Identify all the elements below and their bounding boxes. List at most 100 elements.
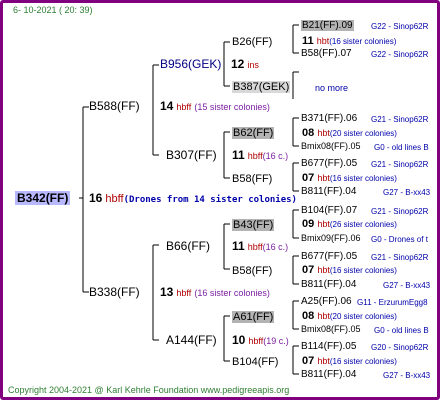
gen2-b66-mating: 11 hbff(16 c.) [232, 240, 288, 254]
gen4-entry-3-origin: G21 - Sinop62R [371, 115, 429, 124]
gen4-entry-3-name[interactable]: B371(FF).06 [301, 112, 357, 125]
gen4-entry-1: B21(FF).09 [301, 19, 354, 32]
root-hbff: hbff [105, 193, 124, 205]
gen4-entry-7-name[interactable]: B104(FF).07 [301, 204, 357, 217]
gen3-b104-sisters: (16 sister colonies) [329, 357, 397, 366]
root-queen-name[interactable]: B342(FF) [15, 191, 71, 205]
gen2-b307-sisters: (16 c.) [262, 151, 289, 161]
root-queen: B342(FF) [15, 191, 71, 206]
gen1-b338-hbff: hbff [176, 288, 192, 298]
gen4-entry-1-origin: G22 - Sinop62R [371, 22, 429, 31]
gen3-b58-b-sisters: (16 sister colonies) [329, 266, 397, 275]
gen4-entry-10-name[interactable]: B811(FF).04 [301, 278, 356, 291]
gen2-a144-hbff: hbff [248, 336, 264, 346]
gen3-b43-sisters: (26 sister colonies) [329, 220, 397, 229]
gen4-entry-4-origin: G0 - old lines B [374, 143, 429, 152]
gen3-b58-a-sisters: (16 sister colonies) [329, 174, 397, 183]
gen3-b62: B62(FF) [232, 127, 275, 140]
gen3-b58-b-count: 07 [302, 264, 315, 276]
gen3-b387-note: no more [315, 83, 349, 93]
gen3-b26-hbt: hbt [316, 36, 330, 46]
gen3-b62-hbt: hbt [317, 128, 330, 138]
gen2-b66[interactable]: B66(FF) [166, 240, 210, 253]
gen2-a144-mating: 10 hbff(19 c.) [232, 334, 289, 348]
gen1-b588-mating: 14 hbff (15 sister colonies) [160, 100, 270, 114]
gen4-entry-13-name[interactable]: B114(FF).05 [301, 340, 356, 353]
gen2-b307[interactable]: B307(FF) [166, 149, 217, 162]
gen2-a144-sisters: (19 c.) [263, 336, 289, 346]
gen4-entry-9-name[interactable]: B677(FF).05 [301, 250, 357, 263]
gen4-entry-1-name[interactable]: B21(FF).09 [301, 20, 354, 31]
root-mating: 16 hbff(Drones from 14 sister colonies) [89, 192, 297, 207]
gen4-entry-11-name[interactable]: A25(FF).06 [301, 295, 352, 308]
gen3-b26-count: 11 [302, 35, 314, 47]
root-count: 16 [89, 191, 103, 205]
gen4-entry-6-name[interactable]: B811(FF).04 [301, 185, 356, 198]
gen1-b338[interactable]: B338(FF) [89, 286, 140, 299]
gen1-b588-hbff: hbff [176, 102, 192, 112]
gen3-b43: B43(FF) [232, 219, 275, 232]
gen3-a61-count: 08 [302, 310, 315, 322]
gen4-entry-10-origin: G27 - B-xx43 [383, 281, 431, 290]
gen2-b956-mating: 12 ins [231, 58, 259, 72]
gen3-b104-mating: 07 hbt(16 sister colonies) [302, 355, 397, 368]
gen2-a144-count: 10 [232, 333, 246, 347]
gen4-entry-14-name[interactable]: B811(FF).04 [301, 368, 356, 381]
gen3-b104-hbt: hbt [317, 356, 330, 366]
gen4-entry-12-origin: G0 - old lines B [374, 326, 429, 335]
gen4-entry-5-name[interactable]: B677(FF).05 [301, 157, 357, 170]
copyright-footer: Copyright 2004-2021 @ Karl Kehrle Founda… [8, 385, 290, 395]
gen1-b588-sisters: (15 sister colonies) [194, 102, 270, 112]
gen4-entry-2-origin: G22 - Sinop62R [371, 50, 429, 59]
gen4-entry-13-origin: G20 - Sinop62R [371, 343, 429, 352]
gen2-b956-note: ins [247, 60, 259, 70]
gen4-entry-7-origin: G21 - Sinop62R [371, 207, 429, 216]
gen3-b58-a-mating: 07 hbt(16 sister colonies) [302, 172, 397, 185]
gen3-b62-count: 08 [302, 127, 315, 139]
gen4-entry-14-origin: G27 - B-xx43 [383, 371, 431, 380]
gen3-b26-sisters: (16 sister colonies) [329, 37, 397, 46]
gen2-b956[interactable]: B956(GEK) [160, 58, 221, 71]
gen3-b104-count: 07 [302, 355, 315, 367]
report-date: 6- 10-2021 ( 20: 39) [13, 5, 93, 15]
gen3-b62-mating: 08 hbt(20 sister colonies) [302, 127, 397, 140]
gen3-a61-sisters: (20 sister colonies) [329, 312, 397, 321]
gen3-b58-b[interactable]: B58(FF) [232, 265, 272, 278]
gen4-entry-2-name[interactable]: B58(FF).07 [301, 47, 352, 60]
gen3-b26[interactable]: B26(FF) [232, 36, 272, 49]
gen1-b338-sisters: (16 sister colonies) [194, 288, 270, 298]
gen3-b104[interactable]: B104(FF) [232, 356, 278, 369]
gen1-b588-count: 14 [160, 99, 174, 113]
gen3-b58-b-hbt: hbt [317, 265, 330, 275]
gen4-entry-9-origin: G21 - Sinop62R [371, 253, 429, 262]
gen4-entry-4-name[interactable]: Bmix08(FF).05 [301, 140, 361, 153]
gen1-b338-mating: 13 hbff (16 sister colonies) [160, 286, 270, 300]
gen2-b307-count: 11 [232, 148, 245, 162]
gen3-b387-name[interactable]: B387(GEK) [232, 81, 291, 93]
gen2-b307-hbff: hbff [247, 151, 263, 161]
gen2-b956-count: 12 [231, 57, 245, 71]
gen3-a61-name[interactable]: A61(FF) [232, 311, 275, 323]
gen4-entry-11-origin: G11 - ErzurumEgg8 [357, 298, 428, 307]
gen3-b43-name[interactable]: B43(FF) [232, 219, 275, 231]
gen1-b338-count: 13 [160, 285, 174, 299]
gen2-b66-hbff: hbff [247, 242, 263, 252]
gen4-entry-12-name[interactable]: Bmix08(FF).05 [301, 323, 361, 336]
gen3-b58-a[interactable]: B58(FF) [232, 173, 272, 186]
gen2-b66-sisters: (16 c.) [262, 242, 289, 252]
gen2-b307-mating: 11 hbff(16 c.) [232, 149, 288, 163]
gen3-b387: B387(GEK) [232, 81, 291, 94]
gen2-a144[interactable]: A144(FF) [166, 334, 217, 347]
gen3-b43-hbt: hbt [317, 219, 330, 229]
gen4-entry-8-name[interactable]: Bmix09(FF).06 [301, 232, 361, 245]
gen3-a61-hbt: hbt [317, 311, 330, 321]
gen3-b58-a-count: 07 [302, 172, 315, 184]
gen3-b43-count: 09 [302, 218, 315, 230]
gen3-b62-name[interactable]: B62(FF) [232, 127, 275, 139]
gen2-b66-count: 11 [232, 239, 245, 253]
gen3-a61: A61(FF) [232, 311, 275, 324]
gen3-a61-mating: 08 hbt(20 sister colonies) [302, 310, 397, 323]
gen1-b588[interactable]: B588(FF) [89, 100, 140, 113]
gen3-b58-a-hbt: hbt [317, 173, 330, 183]
gen3-b58-b-mating: 07 hbt(16 sister colonies) [302, 264, 397, 277]
